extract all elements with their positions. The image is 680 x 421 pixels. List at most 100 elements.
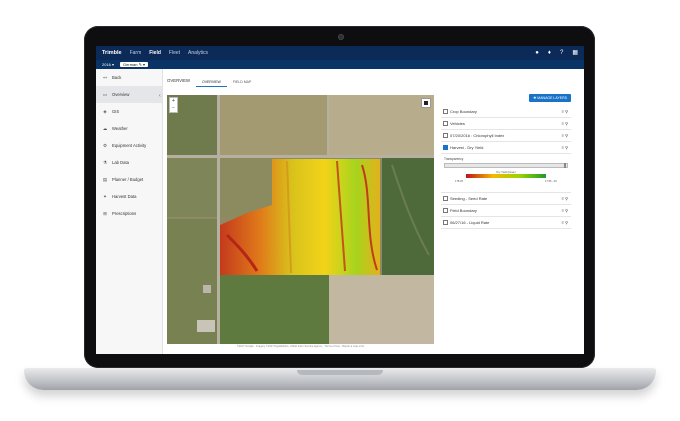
layer-actions: ≡ ⚲ (562, 220, 568, 225)
sidebar-item-label: Planner / Budget (112, 177, 144, 182)
layer-checkbox[interactable] (443, 133, 448, 138)
collapse-sidebar-icon[interactable]: ‹ (159, 93, 161, 99)
top-nav-bar: Trimble Farm Field Fleet Analytics ● ♦ ?… (96, 46, 584, 60)
layer-checkbox[interactable] (443, 196, 448, 201)
zoom-control: + − (169, 97, 178, 113)
layer-label: Vehicles (450, 121, 465, 126)
map-imagery (167, 95, 434, 344)
search-icon[interactable]: ⚲ (565, 121, 568, 126)
layer-actions: ≡ ⚲ (562, 121, 568, 126)
layer-checkbox[interactable] (443, 109, 448, 114)
layer-label: Crop Boundary (450, 109, 477, 114)
layer-row[interactable]: Seeding - Seed Rate ≡ ⚲ (441, 193, 571, 205)
sidebar-item-lab-data[interactable]: ⚗ Lab Data (96, 154, 162, 171)
sidebar-item-equipment[interactable]: ⚙ Equipment Activity (96, 137, 162, 154)
search-icon[interactable]: ⚲ (565, 145, 568, 150)
list-icon[interactable]: ≡ (562, 220, 564, 225)
layers-list: Crop Boundary ≡ ⚲ Vehicles ≡ ⚲ 07/20/201… (441, 106, 571, 229)
layer-checkbox[interactable] (443, 220, 448, 225)
search-icon[interactable]: ⚲ (565, 220, 568, 225)
layer-actions: ≡ ⚲ (562, 109, 568, 114)
nav-analytics[interactable]: Analytics (188, 50, 208, 56)
zoom-in-button[interactable]: + (170, 98, 177, 105)
sidebar-item-label: Prescriptions (112, 211, 137, 216)
search-icon[interactable]: ⚲ (565, 196, 568, 201)
list-icon[interactable]: ≡ (562, 121, 564, 126)
manage-layers-button[interactable]: ✚ MANAGE LAYERS (529, 94, 571, 102)
layer-checkbox[interactable] (443, 208, 448, 213)
search-icon[interactable]: ⚲ (565, 133, 568, 138)
list-icon[interactable]: ≡ (562, 133, 564, 138)
page-title: OVERVIEW (167, 78, 191, 83)
sidebar-item-label: Equipment Activity (112, 143, 147, 148)
overview-icon: ▭ (102, 91, 108, 97)
sidebar-item-label: Lab Data (112, 160, 129, 165)
sidebar-item-label: Back (112, 75, 122, 80)
gis-icon: ◈ (103, 108, 107, 114)
layer-details: Transparency Dry Yield (bu/ac) 178.45 17… (441, 154, 571, 193)
satellite-map[interactable]: + − (167, 95, 434, 344)
layer-actions: ≡ ⚲ (562, 196, 568, 201)
lab-icon: ⚗ (102, 159, 108, 165)
list-icon[interactable]: ≡ (562, 109, 564, 114)
tab-overview[interactable]: OVERVIEW (196, 78, 227, 87)
list-icon[interactable]: ≡ (562, 145, 564, 150)
yield-legend-gradient (466, 174, 546, 178)
layer-label: 07/20/2016 : Chlorophyll Index (450, 133, 505, 138)
layer-row[interactable]: Vehicles ≡ ⚲ (441, 118, 571, 130)
layer-actions: ≡ ⚲ (562, 133, 568, 138)
layer-checkbox[interactable] (443, 121, 448, 126)
sidebar-item-prescriptions[interactable]: ⊞ Prescriptions (96, 205, 162, 222)
equipment-icon: ⚙ (102, 142, 108, 148)
list-icon[interactable]: ≡ (562, 208, 564, 213)
layer-checkbox[interactable] (443, 145, 448, 150)
view-tabs: OVERVIEW FIELD MAP (196, 78, 257, 87)
year-selector[interactable]: 2016 ▾ (102, 62, 114, 67)
main-content: OVERVIEW OVERVIEW FIELD MAP + − ©2017 Go… (163, 69, 584, 354)
user-icon[interactable]: ● (535, 49, 539, 57)
sidebar-item-label: Overview (112, 92, 130, 97)
transparency-label: Transparency (444, 157, 464, 161)
prescription-icon: ⊞ (103, 210, 107, 216)
zoom-out-button[interactable]: − (170, 105, 177, 112)
layer-row[interactable]: Field Boundary ≡ ⚲ (441, 205, 571, 217)
sidebar-item-back[interactable]: ↤ Back (96, 69, 162, 86)
nav-farm[interactable]: Farm (130, 50, 142, 56)
sidebar-item-planner[interactable]: ▤ Planner / Budget (96, 171, 162, 188)
tab-field-map[interactable]: FIELD MAP (227, 78, 257, 87)
weather-icon: ☁ (102, 125, 108, 131)
sidebar-item-label: Harvest Data (112, 194, 137, 199)
help-icon[interactable]: ? (560, 49, 563, 57)
transparency-slider[interactable] (444, 162, 568, 168)
bell-icon[interactable]: ♦ (548, 49, 551, 57)
slider-handle[interactable] (564, 162, 566, 168)
nav-field[interactable]: Field (149, 50, 161, 56)
search-icon[interactable]: ⚲ (565, 208, 568, 213)
layer-actions: ≡ ⚲ (562, 145, 568, 150)
layer-row[interactable]: 07/20/2016 : Chlorophyll Index ≡ ⚲ (441, 130, 571, 142)
search-icon[interactable]: ⚲ (565, 109, 568, 114)
sidebar-item-overview[interactable]: ▭ Overview (96, 86, 162, 103)
layer-label: 06/27/16 - Liquid Rate (450, 220, 490, 225)
sidebar: ↤ Back ▭ Overview ◈ GIS ☁ Weather ⚙ Equipment… (96, 69, 163, 354)
layer-row-harvest[interactable]: Harvest - Dry Yield ≡ ⚲ (441, 142, 571, 154)
farm-selector[interactable]: German ✎ ▾ (120, 62, 149, 67)
layer-row[interactable]: Crop Boundary ≡ ⚲ (441, 106, 571, 118)
grid-icon[interactable]: ▦ (572, 49, 578, 57)
sidebar-item-gis[interactable]: ◈ GIS (96, 103, 162, 120)
sidebar-item-label: Weather (112, 126, 128, 131)
planner-icon: ▤ (102, 176, 108, 182)
layer-actions: ≡ ⚲ (562, 208, 568, 213)
list-icon[interactable]: ≡ (562, 196, 564, 201)
laptop-notch (297, 370, 383, 375)
nav-fleet[interactable]: Fleet (169, 50, 180, 56)
sidebar-item-weather[interactable]: ☁ Weather (96, 120, 162, 137)
back-icon: ↤ (103, 74, 107, 80)
layer-label: Harvest - Dry Yield (450, 145, 484, 150)
header-icons: ● ♦ ? ▦ (535, 49, 578, 57)
layer-row[interactable]: 06/27/16 - Liquid Rate ≡ ⚲ (441, 217, 571, 229)
map-attribution: ©2017 Google · Imagery ©2017 DigitalGlob… (236, 345, 365, 348)
sidebar-item-harvest[interactable]: ✦ Harvest Data (96, 188, 162, 205)
harvest-icon: ✦ (103, 193, 107, 199)
map-layers-button[interactable] (421, 98, 431, 108)
